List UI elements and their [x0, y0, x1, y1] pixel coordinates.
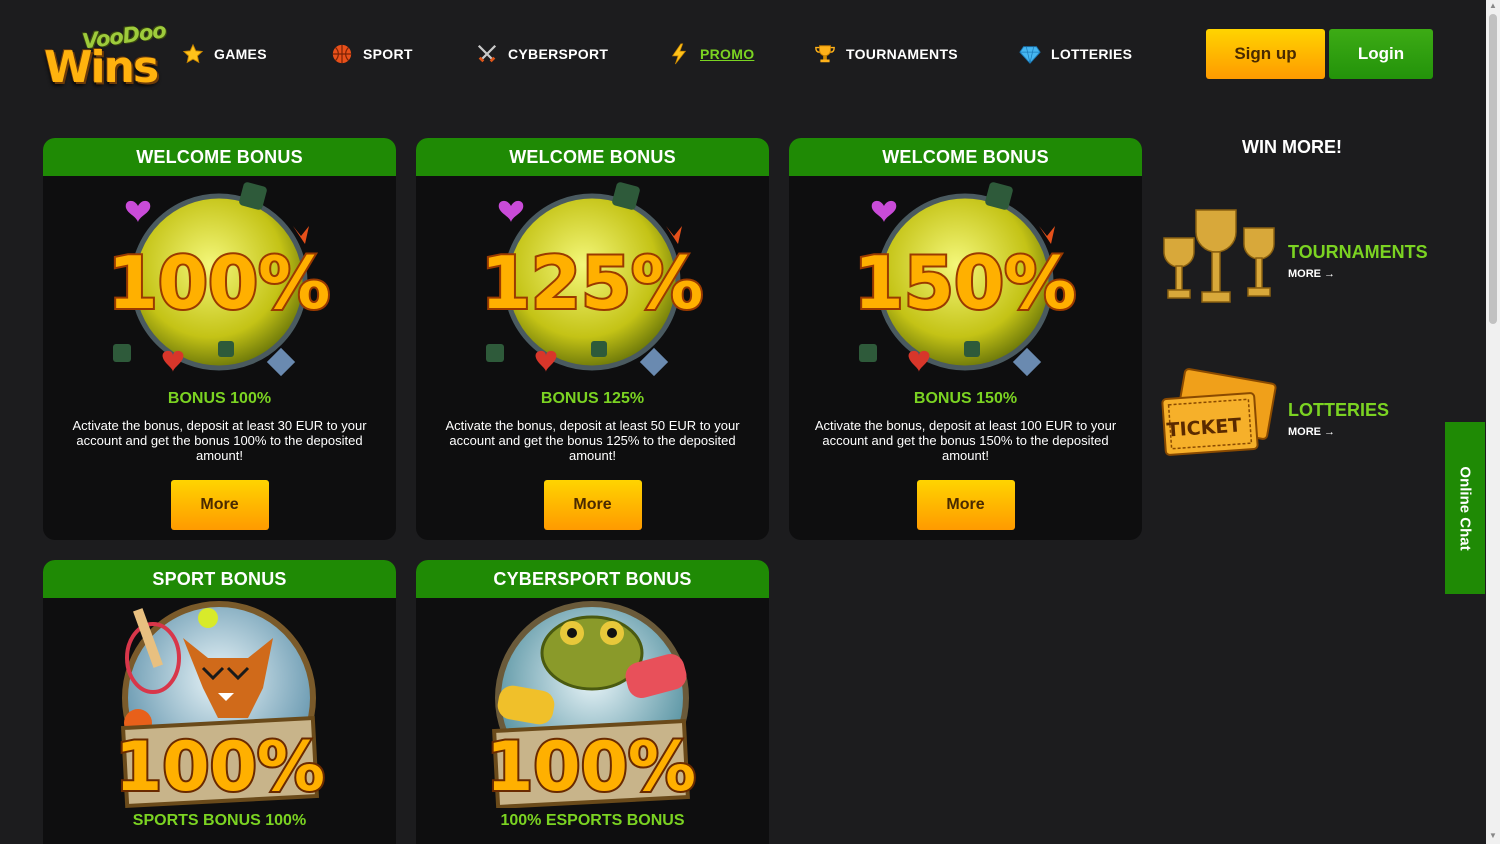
- trophy-icon: [814, 43, 836, 65]
- trophies-icon: [1160, 208, 1278, 308]
- bonus-title: BONUS 125%: [540, 390, 645, 407]
- basketball-icon: [331, 43, 353, 65]
- diamond-icon: [1019, 43, 1041, 65]
- tickets-icon: TICKET: [1160, 368, 1278, 468]
- sidebar-lotteries-more-link[interactable]: MORE →: [1288, 426, 1335, 438]
- logo-bottom-text: Wins: [44, 42, 159, 93]
- signup-button[interactable]: Sign up: [1206, 29, 1325, 79]
- more-button[interactable]: More: [543, 480, 642, 530]
- bonus-125-image: 125%: [416, 176, 769, 386]
- promo-card-sport-bonus: SPORT BONUS 100% SPORTS BONUS 100%: [43, 560, 396, 844]
- card-header: SPORT BONUS: [43, 560, 396, 598]
- art-percent-text: 125%: [481, 241, 703, 325]
- sport-bonus-image: 100%: [43, 598, 396, 809]
- bonus-description: Activate the bonus, deposit at least 100…: [814, 418, 1117, 463]
- more-button[interactable]: More: [170, 480, 269, 530]
- nav-games[interactable]: GAMES: [182, 40, 267, 68]
- nav-sport[interactable]: SPORT: [331, 40, 413, 68]
- card-header: WELCOME BONUS: [43, 138, 396, 176]
- nav-tournaments-label: TOURNAMENTS: [846, 46, 958, 62]
- nav-lotteries-label: LOTTERIES: [1051, 46, 1133, 62]
- sidebar-tournaments-more-link[interactable]: MORE →: [1288, 268, 1335, 280]
- arrow-right-icon: →: [1324, 426, 1335, 438]
- sidebar-lotteries-label: LOTTERIES: [1288, 400, 1390, 420]
- cybersport-bonus-image: 100%: [416, 598, 769, 810]
- promo-card-cybersport-bonus: CYBERSPORT BONUS 100% 100% ESPORTS BONUS: [416, 560, 769, 844]
- art-percent-text: 100%: [115, 728, 325, 807]
- art-percent-text: 100%: [108, 241, 330, 325]
- promo-card-welcome-125: WELCOME BONUS 125% BONUS 125% Activate t…: [416, 138, 769, 540]
- bonus-100-image: 100%: [43, 176, 396, 386]
- online-chat-label: Online Chat: [1456, 465, 1474, 551]
- login-button[interactable]: Login: [1329, 29, 1433, 79]
- sidebar-tournaments-label: TOURNAMENTS: [1288, 242, 1428, 262]
- nav-tournaments[interactable]: TOURNAMENTS: [814, 40, 958, 68]
- art-percent-text: 150%: [854, 241, 1076, 325]
- scroll-down-arrow-icon[interactable]: ▼: [1489, 832, 1497, 840]
- bonus-title: SPORTS BONUS 100%: [132, 812, 307, 829]
- bonus-title: BONUS 150%: [913, 390, 1018, 407]
- nav-sport-label: SPORT: [363, 46, 413, 62]
- nav-cybersport-label: CYBERSPORT: [508, 46, 609, 62]
- more-label: MORE: [1288, 268, 1321, 280]
- star-icon: [182, 43, 204, 65]
- nav-promo-label: PROMO: [700, 46, 755, 62]
- arrow-right-icon: →: [1324, 268, 1335, 280]
- lightning-icon: [668, 43, 690, 65]
- promo-card-welcome-150: WELCOME BONUS 150% BONUS 150% Activate t…: [789, 138, 1142, 540]
- bonus-description: Activate the bonus, deposit at least 30 …: [72, 418, 367, 463]
- card-header: WELCOME BONUS: [789, 138, 1142, 176]
- scroll-up-arrow-icon[interactable]: ▲: [1489, 2, 1497, 10]
- crossed-swords-icon: [476, 43, 498, 65]
- bonus-title: BONUS 100%: [167, 390, 272, 407]
- scroll-thumb[interactable]: [1489, 14, 1497, 324]
- bonus-description: Activate the bonus, deposit at least 50 …: [445, 418, 740, 463]
- sidebar-item-lotteries[interactable]: TICKET LOTTERIES MORE →: [1160, 368, 1440, 468]
- bonus-150-image: 150%: [789, 176, 1142, 386]
- voodoo-wins-logo[interactable]: VooDoo Wins: [40, 18, 167, 93]
- art-percent-text: 100%: [486, 728, 696, 807]
- sidebar-item-tournaments[interactable]: TOURNAMENTS MORE →: [1160, 208, 1440, 308]
- more-label: MORE: [1288, 426, 1321, 438]
- online-chat-tab[interactable]: Online Chat: [1445, 422, 1485, 594]
- win-more-title: WIN MORE!: [1242, 137, 1342, 157]
- bonus-title: 100% ESPORTS BONUS: [500, 812, 685, 829]
- nav-cybersport[interactable]: CYBERSPORT: [476, 40, 608, 68]
- card-header: WELCOME BONUS: [416, 138, 769, 176]
- nav-promo[interactable]: PROMO: [668, 40, 754, 68]
- nav-lotteries[interactable]: LOTTERIES: [1019, 40, 1132, 68]
- more-button[interactable]: More: [916, 480, 1015, 530]
- promo-card-welcome-100: WELCOME BONUS 100% BONUS 100% Activate t…: [43, 138, 396, 540]
- card-header: CYBERSPORT BONUS: [416, 560, 769, 598]
- site-header: VooDoo Wins GAMES SPORT CYBERSPORT PROMO…: [0, 0, 1500, 108]
- page-scrollbar[interactable]: ▲ ▼: [1486, 0, 1500, 844]
- nav-games-label: GAMES: [214, 46, 267, 62]
